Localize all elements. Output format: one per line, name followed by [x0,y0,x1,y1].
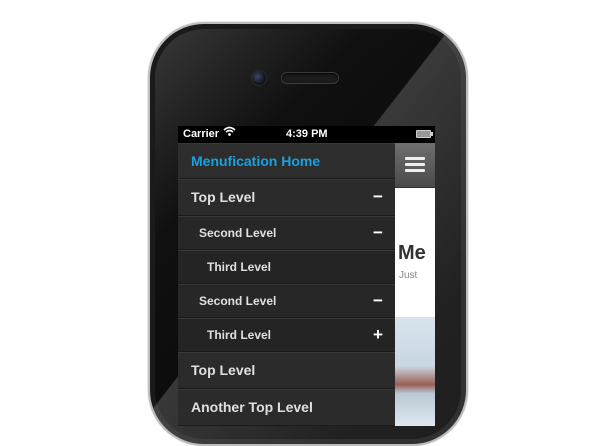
page-title: Me [398,242,426,264]
earpiece-speaker [281,72,339,84]
menu-item-label: Third Level [207,327,272,342]
menu-item-label: Second Level [199,293,277,308]
carrier-label: Carrier [183,128,220,140]
menu-item-second-level[interactable]: Second Level − [178,216,395,250]
content-header-bar [395,143,435,188]
collapse-icon[interactable]: − [371,291,385,311]
menu-item-second-level[interactable]: Second Level − [178,284,395,318]
menu-item-another-top-level[interactable]: Another Top Level [178,389,395,426]
collapse-icon[interactable]: − [371,223,385,243]
menu-home-label: Menufication Home [191,152,321,169]
menu-item-label: Third Level [207,259,272,274]
status-bar: Carrier 4:39 PM [178,126,435,143]
menu-item-third-level[interactable]: Third Level + [178,318,395,352]
side-menu: Menufication Home Top Level − Second Lev… [178,143,395,426]
menu-item-label: Top Level [191,189,256,205]
hamburger-icon[interactable] [405,157,425,173]
expand-icon[interactable]: + [371,325,385,345]
phone-screen: Carrier 4:39 PM Menufication Home Top Le… [178,126,435,426]
page-content: Me Just [395,143,435,426]
menu-home-link[interactable]: Menufication Home [178,143,395,179]
menu-item-label: Another Top Level [191,399,313,415]
menu-item-label: Top Level [191,362,256,378]
menu-item-top-level[interactable]: Top Level − [178,179,395,216]
front-camera [251,70,267,86]
collapse-icon[interactable]: − [371,187,385,207]
battery-icon [416,130,433,138]
page-subtitle: Just [399,270,418,281]
clock-time: 4:39 PM [286,128,328,140]
wifi-icon [223,126,236,140]
menu-item-top-level[interactable]: Top Level [178,352,395,389]
menu-item-label: Second Level [199,225,277,240]
menu-item-third-level[interactable]: Third Level [178,250,395,284]
